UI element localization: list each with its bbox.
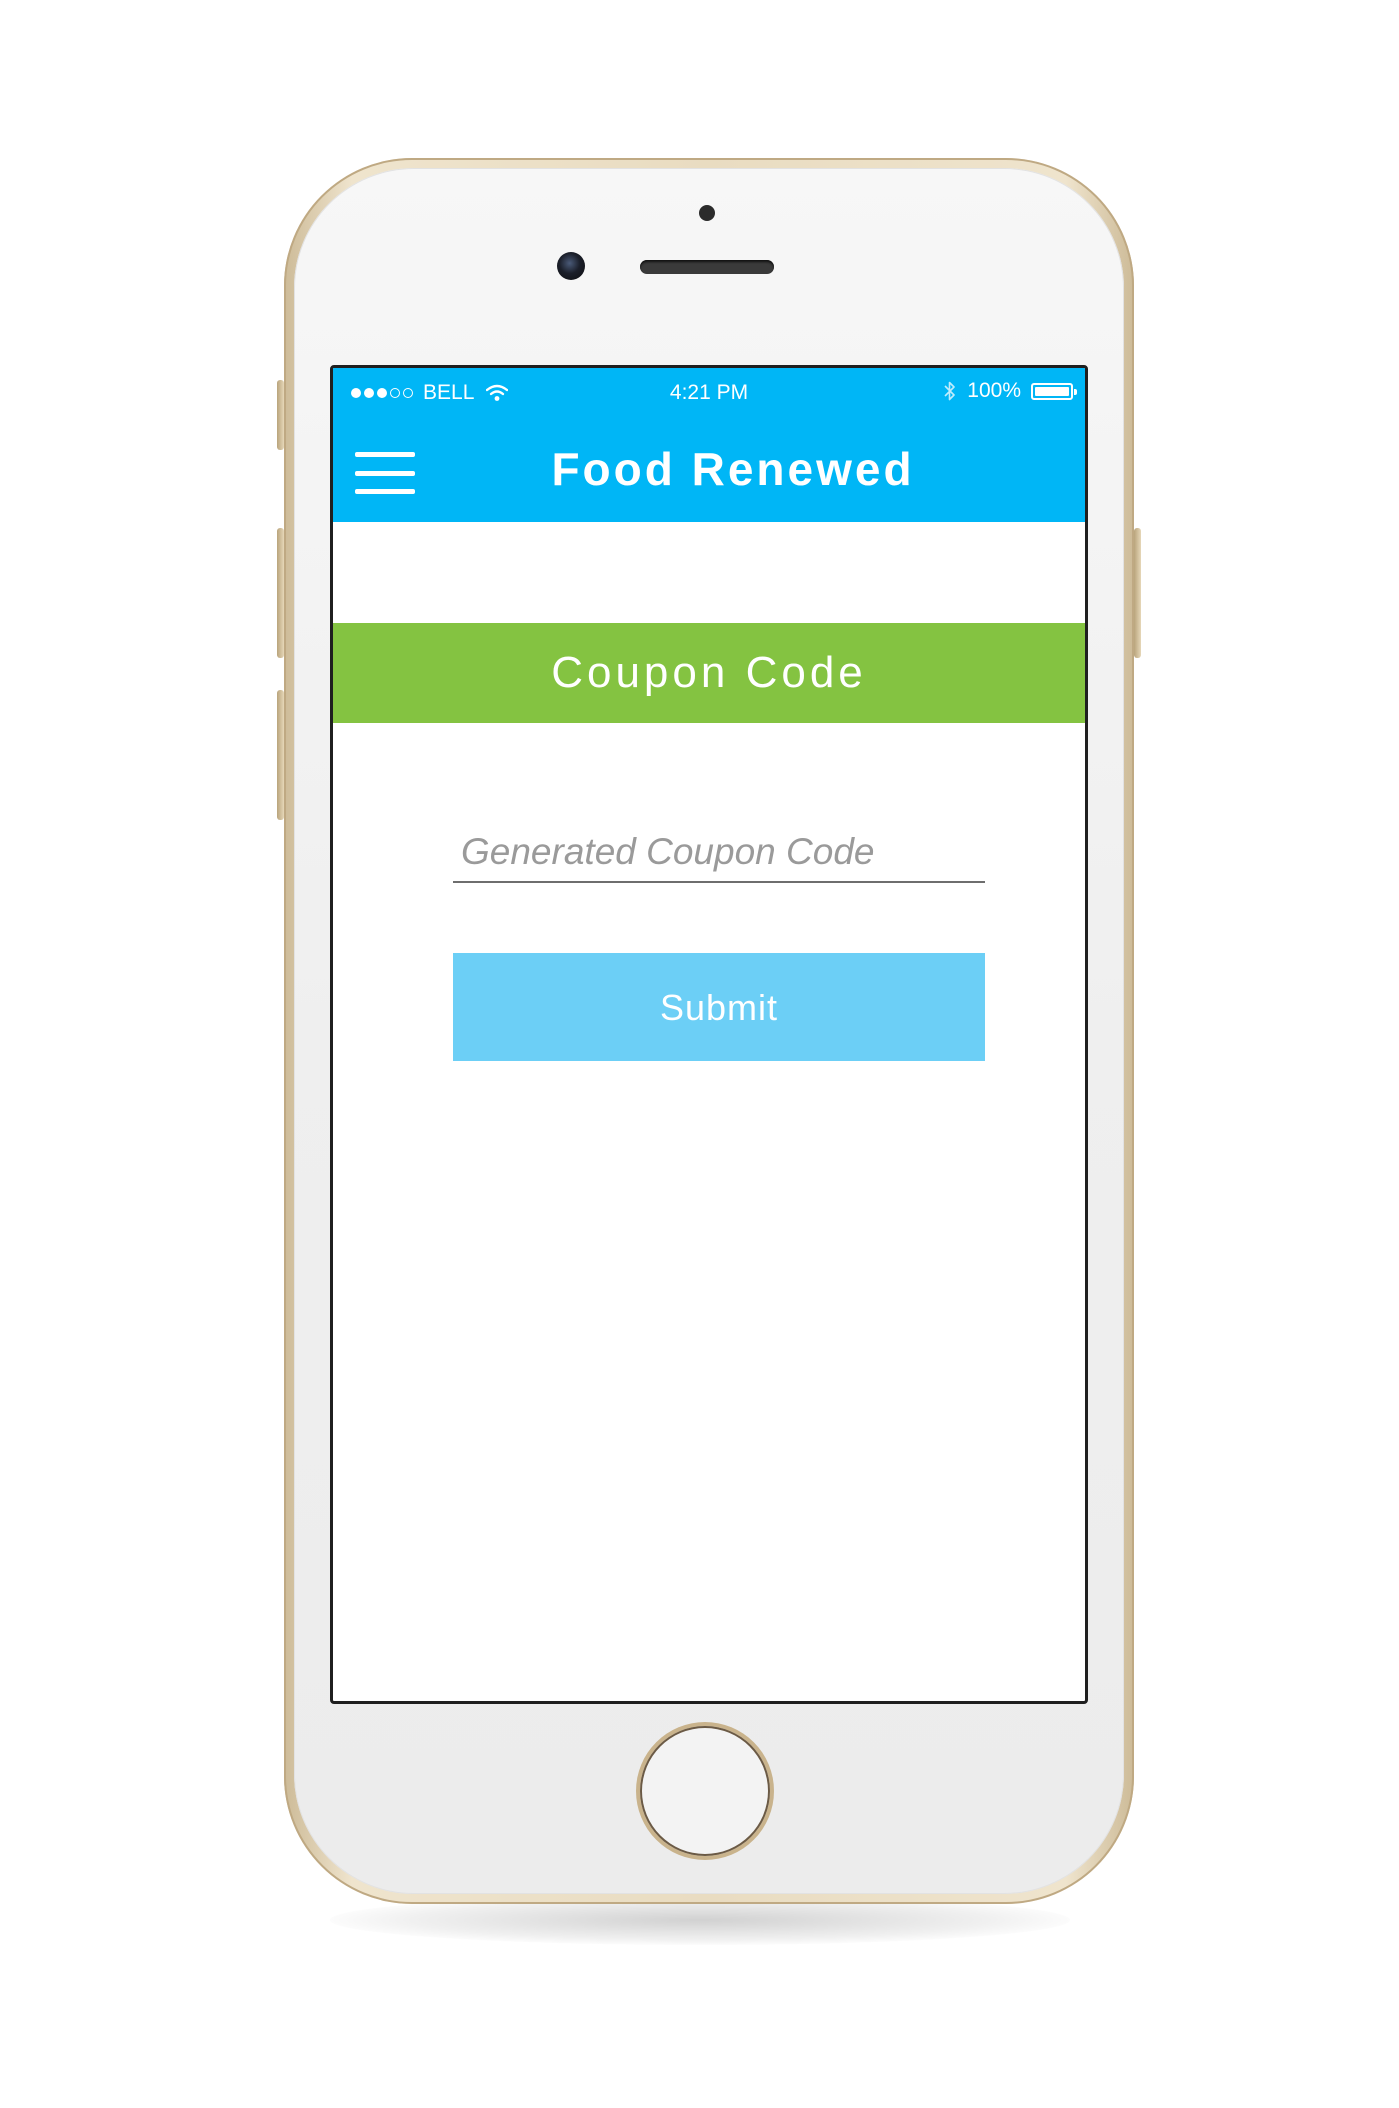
coupon-code-field (453, 823, 985, 883)
volume-up-button (277, 528, 284, 658)
status-right: 100% (943, 379, 1077, 403)
phone-screen: BELL 4:21 PM 100% Food Renewed Coupon Co… (330, 365, 1088, 1704)
proximity-sensor-icon (699, 205, 715, 221)
section-title-banner: Coupon Code (333, 623, 1085, 723)
device-mockup: BELL 4:21 PM 100% Food Renewed Coupon Co… (0, 0, 1399, 2108)
coupon-code-input[interactable] (453, 823, 985, 881)
mute-switch (277, 380, 284, 450)
app-header: BELL 4:21 PM 100% Food Renewed (333, 368, 1085, 522)
bluetooth-icon (944, 381, 956, 401)
power-button (1134, 528, 1141, 658)
home-button-icon[interactable] (640, 1726, 770, 1856)
app-title: Food Renewed (551, 443, 915, 495)
status-bar: BELL 4:21 PM 100% (333, 368, 1085, 412)
volume-down-button (277, 690, 284, 820)
battery-percent: 100% (967, 379, 1021, 402)
submit-button[interactable]: Submit (453, 953, 985, 1061)
earpiece-speaker-icon (640, 260, 774, 274)
battery-icon (1031, 382, 1077, 400)
nav-bar: Food Renewed (333, 412, 1085, 522)
front-camera-icon (557, 252, 585, 280)
